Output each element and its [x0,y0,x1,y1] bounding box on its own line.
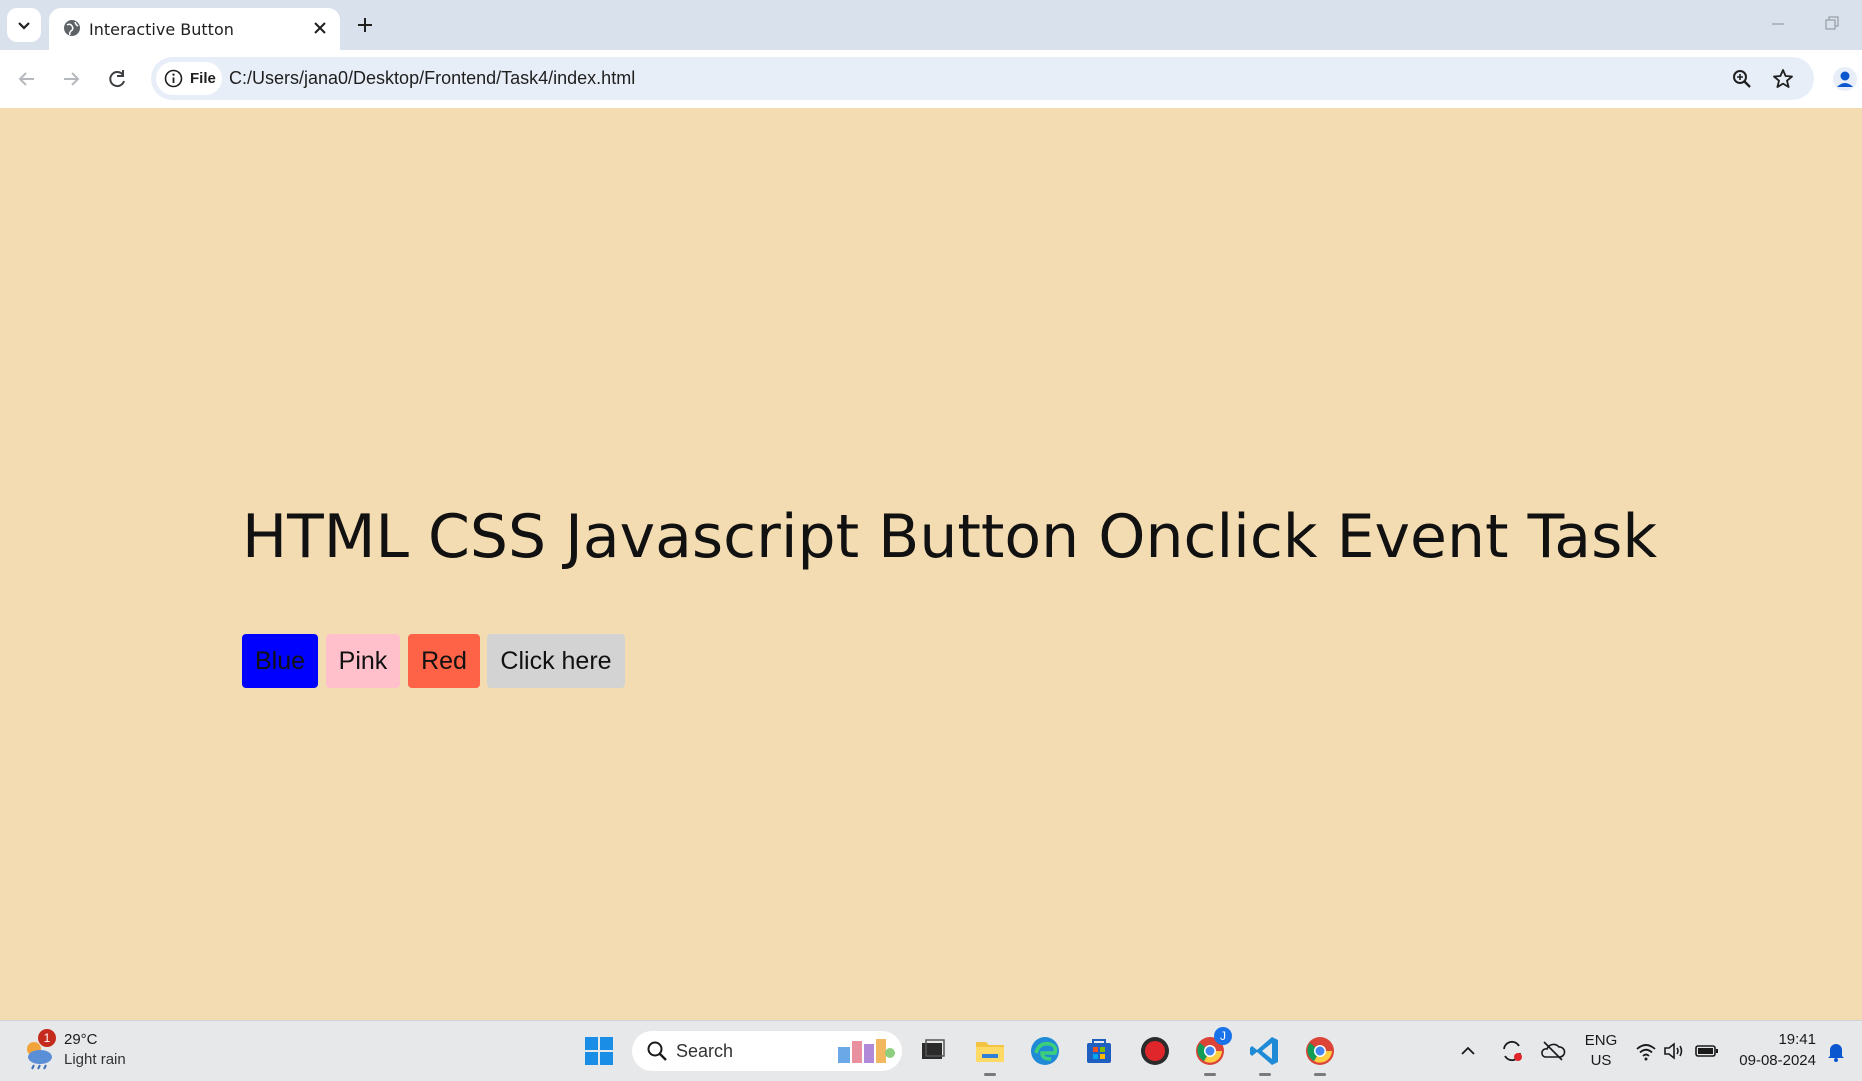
click-here-button[interactable]: Click here [487,634,625,688]
running-indicator [1314,1073,1326,1076]
taskbar: 1 29°C Light rain Search J ENG US 19:41 … [0,1020,1862,1081]
edge-browser-icon[interactable] [1027,1033,1063,1069]
microsoft-store-icon[interactable] [1081,1033,1117,1069]
chevron-down-icon [18,22,30,30]
red-button[interactable]: Red [408,634,480,688]
vscode-icon[interactable] [1247,1033,1283,1069]
weather-condition: Light rain [64,1051,126,1068]
info-icon [164,69,183,88]
close-tab-icon[interactable] [310,18,330,38]
new-tab-icon[interactable] [353,13,377,37]
chrome-icon[interactable] [1302,1033,1338,1069]
bookmark-star-icon[interactable] [1771,67,1795,91]
site-info-chip[interactable]: File [156,62,222,95]
onedrive-offline-icon[interactable] [1539,1037,1567,1065]
taskbar-search-box[interactable]: Search [632,1031,902,1071]
language-label[interactable]: ENG [1583,1032,1619,1049]
globe-icon [64,20,80,36]
file-explorer-icon[interactable] [972,1033,1008,1069]
site-chip-label: File [190,70,216,87]
task-view-icon[interactable] [914,1033,950,1069]
zoom-icon[interactable] [1730,67,1754,91]
page-content: HTML CSS Javascript Button Onclick Event… [0,108,1862,1020]
clock-time[interactable]: 19:41 [1760,1031,1816,1048]
notification-bell-icon[interactable] [1824,1039,1848,1063]
minimize-icon[interactable] [1768,14,1788,34]
search-highlight-icon [838,1039,895,1063]
region-label[interactable]: US [1583,1052,1619,1069]
search-icon [647,1041,667,1061]
back-icon[interactable] [14,66,40,92]
weather-alert-badge: 1 [38,1029,56,1047]
wifi-icon[interactable] [1634,1039,1658,1063]
search-label: Search [676,1041,734,1061]
restore-icon[interactable] [1822,14,1842,34]
profile-icon[interactable] [1832,66,1858,92]
tab-search-button[interactable] [7,8,41,42]
weather-temperature: 29°C [64,1031,98,1048]
forward-icon[interactable] [58,66,84,92]
tab-strip: Interactive Button [0,0,1862,50]
screen-recorder-icon[interactable] [1137,1033,1173,1069]
browser-toolbar: File C:/Users/jana0/Desktop/Frontend/Tas… [0,50,1862,108]
clock-date[interactable]: 09-08-2024 [1734,1052,1816,1069]
sync-icon[interactable] [1498,1037,1526,1065]
blue-button[interactable]: Blue [242,634,318,688]
browser-tab[interactable]: Interactive Button [49,8,340,50]
weather-widget[interactable]: 1 29°C Light rain [20,1029,160,1073]
address-bar[interactable]: File C:/Users/jana0/Desktop/Frontend/Tas… [151,57,1814,100]
tab-title: Interactive Button [89,20,234,39]
reload-icon[interactable] [104,66,130,92]
running-indicator [984,1073,996,1076]
battery-icon[interactable] [1694,1039,1720,1063]
page-heading: HTML CSS Javascript Button Onclick Event… [242,502,1658,572]
windows-start-icon[interactable] [581,1033,617,1069]
running-indicator [1259,1073,1271,1076]
pink-button[interactable]: Pink [326,634,400,688]
show-hidden-icons-icon[interactable] [1455,1038,1481,1064]
url-text[interactable]: C:/Users/jana0/Desktop/Frontend/Task4/in… [229,68,635,89]
volume-icon[interactable] [1662,1039,1686,1063]
chrome-profile-badge: J [1214,1027,1232,1045]
running-indicator [1204,1073,1216,1076]
